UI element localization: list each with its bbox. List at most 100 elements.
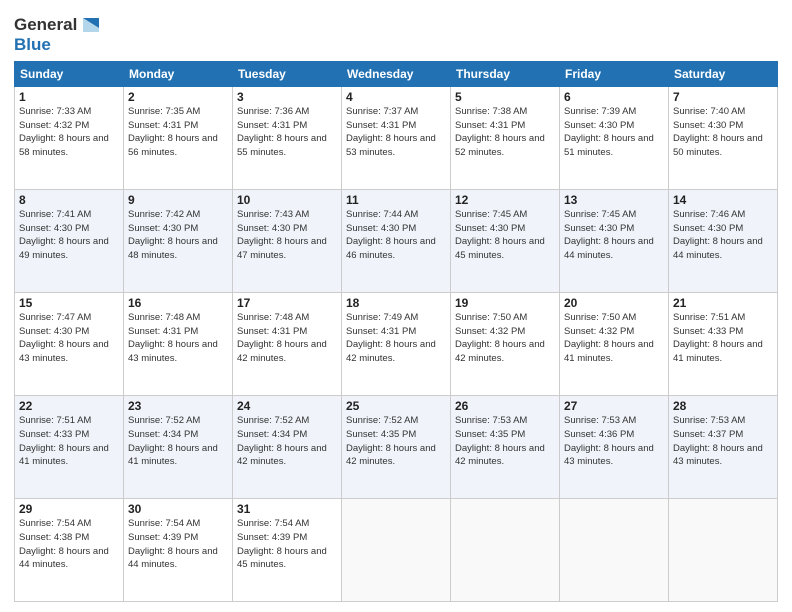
weekday-header-tuesday: Tuesday — [233, 61, 342, 86]
day-number: 29 — [19, 502, 119, 516]
week-row-5: 29 Sunrise: 7:54 AMSunset: 4:38 PMDaylig… — [15, 498, 778, 601]
day-number: 5 — [455, 90, 555, 104]
day-number: 30 — [128, 502, 228, 516]
day-number: 28 — [673, 399, 773, 413]
calendar-cell: 24 Sunrise: 7:52 AMSunset: 4:34 PMDaylig… — [233, 395, 342, 498]
day-info: Sunrise: 7:52 AMSunset: 4:34 PMDaylight:… — [237, 415, 327, 467]
day-info: Sunrise: 7:54 AMSunset: 4:39 PMDaylight:… — [237, 518, 327, 570]
day-info: Sunrise: 7:53 AMSunset: 4:36 PMDaylight:… — [564, 415, 654, 467]
day-number: 22 — [19, 399, 119, 413]
day-number: 23 — [128, 399, 228, 413]
day-info: Sunrise: 7:37 AMSunset: 4:31 PMDaylight:… — [346, 106, 436, 158]
day-info: Sunrise: 7:40 AMSunset: 4:30 PMDaylight:… — [673, 106, 763, 158]
day-info: Sunrise: 7:36 AMSunset: 4:31 PMDaylight:… — [237, 106, 327, 158]
day-info: Sunrise: 7:47 AMSunset: 4:30 PMDaylight:… — [19, 312, 109, 364]
calendar-cell: 9 Sunrise: 7:42 AMSunset: 4:30 PMDayligh… — [124, 189, 233, 292]
day-info: Sunrise: 7:44 AMSunset: 4:30 PMDaylight:… — [346, 209, 436, 261]
day-info: Sunrise: 7:38 AMSunset: 4:31 PMDaylight:… — [455, 106, 545, 158]
day-number: 17 — [237, 296, 337, 310]
day-info: Sunrise: 7:54 AMSunset: 4:38 PMDaylight:… — [19, 518, 109, 570]
calendar-cell — [560, 498, 669, 601]
day-info: Sunrise: 7:46 AMSunset: 4:30 PMDaylight:… — [673, 209, 763, 261]
calendar-cell: 17 Sunrise: 7:48 AMSunset: 4:31 PMDaylig… — [233, 292, 342, 395]
calendar-cell: 20 Sunrise: 7:50 AMSunset: 4:32 PMDaylig… — [560, 292, 669, 395]
calendar-cell: 2 Sunrise: 7:35 AMSunset: 4:31 PMDayligh… — [124, 86, 233, 189]
calendar-cell: 31 Sunrise: 7:54 AMSunset: 4:39 PMDaylig… — [233, 498, 342, 601]
day-info: Sunrise: 7:39 AMSunset: 4:30 PMDaylight:… — [564, 106, 654, 158]
calendar-cell: 25 Sunrise: 7:52 AMSunset: 4:35 PMDaylig… — [342, 395, 451, 498]
day-info: Sunrise: 7:33 AMSunset: 4:32 PMDaylight:… — [19, 106, 109, 158]
day-info: Sunrise: 7:52 AMSunset: 4:34 PMDaylight:… — [128, 415, 218, 467]
day-info: Sunrise: 7:53 AMSunset: 4:37 PMDaylight:… — [673, 415, 763, 467]
header: General Blue — [14, 10, 778, 55]
day-info: Sunrise: 7:43 AMSunset: 4:30 PMDaylight:… — [237, 209, 327, 261]
day-number: 16 — [128, 296, 228, 310]
calendar-cell: 18 Sunrise: 7:49 AMSunset: 4:31 PMDaylig… — [342, 292, 451, 395]
calendar-cell: 4 Sunrise: 7:37 AMSunset: 4:31 PMDayligh… — [342, 86, 451, 189]
day-number: 10 — [237, 193, 337, 207]
day-info: Sunrise: 7:41 AMSunset: 4:30 PMDaylight:… — [19, 209, 109, 261]
calendar-cell: 28 Sunrise: 7:53 AMSunset: 4:37 PMDaylig… — [669, 395, 778, 498]
calendar-cell: 15 Sunrise: 7:47 AMSunset: 4:30 PMDaylig… — [15, 292, 124, 395]
calendar-cell: 12 Sunrise: 7:45 AMSunset: 4:30 PMDaylig… — [451, 189, 560, 292]
calendar-cell: 7 Sunrise: 7:40 AMSunset: 4:30 PMDayligh… — [669, 86, 778, 189]
day-number: 2 — [128, 90, 228, 104]
logo-text-blue: Blue — [14, 35, 51, 54]
calendar-cell — [342, 498, 451, 601]
weekday-header-wednesday: Wednesday — [342, 61, 451, 86]
day-number: 12 — [455, 193, 555, 207]
day-number: 11 — [346, 193, 446, 207]
week-row-1: 1 Sunrise: 7:33 AMSunset: 4:32 PMDayligh… — [15, 86, 778, 189]
calendar-table: SundayMondayTuesdayWednesdayThursdayFrid… — [14, 61, 778, 602]
calendar-cell: 27 Sunrise: 7:53 AMSunset: 4:36 PMDaylig… — [560, 395, 669, 498]
page: General Blue SundayMondayTuesdayWednesda… — [0, 0, 792, 612]
calendar-cell: 11 Sunrise: 7:44 AMSunset: 4:30 PMDaylig… — [342, 189, 451, 292]
day-info: Sunrise: 7:45 AMSunset: 4:30 PMDaylight:… — [455, 209, 545, 261]
calendar-cell: 13 Sunrise: 7:45 AMSunset: 4:30 PMDaylig… — [560, 189, 669, 292]
calendar-cell: 29 Sunrise: 7:54 AMSunset: 4:38 PMDaylig… — [15, 498, 124, 601]
calendar-cell: 22 Sunrise: 7:51 AMSunset: 4:33 PMDaylig… — [15, 395, 124, 498]
day-number: 26 — [455, 399, 555, 413]
day-info: Sunrise: 7:51 AMSunset: 4:33 PMDaylight:… — [19, 415, 109, 467]
weekday-header-friday: Friday — [560, 61, 669, 86]
calendar-cell — [669, 498, 778, 601]
calendar-cell: 3 Sunrise: 7:36 AMSunset: 4:31 PMDayligh… — [233, 86, 342, 189]
day-number: 18 — [346, 296, 446, 310]
day-info: Sunrise: 7:35 AMSunset: 4:31 PMDaylight:… — [128, 106, 218, 158]
weekday-header-thursday: Thursday — [451, 61, 560, 86]
day-number: 25 — [346, 399, 446, 413]
day-number: 4 — [346, 90, 446, 104]
day-number: 15 — [19, 296, 119, 310]
calendar-cell: 16 Sunrise: 7:48 AMSunset: 4:31 PMDaylig… — [124, 292, 233, 395]
day-number: 8 — [19, 193, 119, 207]
day-number: 6 — [564, 90, 664, 104]
day-number: 9 — [128, 193, 228, 207]
day-number: 21 — [673, 296, 773, 310]
day-info: Sunrise: 7:53 AMSunset: 4:35 PMDaylight:… — [455, 415, 545, 467]
weekday-header-sunday: Sunday — [15, 61, 124, 86]
day-info: Sunrise: 7:45 AMSunset: 4:30 PMDaylight:… — [564, 209, 654, 261]
day-info: Sunrise: 7:48 AMSunset: 4:31 PMDaylight:… — [128, 312, 218, 364]
calendar-cell: 10 Sunrise: 7:43 AMSunset: 4:30 PMDaylig… — [233, 189, 342, 292]
calendar-cell: 8 Sunrise: 7:41 AMSunset: 4:30 PMDayligh… — [15, 189, 124, 292]
day-info: Sunrise: 7:42 AMSunset: 4:30 PMDaylight:… — [128, 209, 218, 261]
day-number: 7 — [673, 90, 773, 104]
week-row-4: 22 Sunrise: 7:51 AMSunset: 4:33 PMDaylig… — [15, 395, 778, 498]
week-row-3: 15 Sunrise: 7:47 AMSunset: 4:30 PMDaylig… — [15, 292, 778, 395]
day-number: 19 — [455, 296, 555, 310]
logo-text-general: General — [14, 16, 77, 35]
weekday-header-monday: Monday — [124, 61, 233, 86]
day-number: 20 — [564, 296, 664, 310]
logo-icon — [79, 14, 101, 36]
day-number: 31 — [237, 502, 337, 516]
calendar-cell: 21 Sunrise: 7:51 AMSunset: 4:33 PMDaylig… — [669, 292, 778, 395]
calendar-cell: 14 Sunrise: 7:46 AMSunset: 4:30 PMDaylig… — [669, 189, 778, 292]
calendar-cell: 26 Sunrise: 7:53 AMSunset: 4:35 PMDaylig… — [451, 395, 560, 498]
calendar-cell: 30 Sunrise: 7:54 AMSunset: 4:39 PMDaylig… — [124, 498, 233, 601]
day-number: 27 — [564, 399, 664, 413]
calendar-cell: 1 Sunrise: 7:33 AMSunset: 4:32 PMDayligh… — [15, 86, 124, 189]
day-info: Sunrise: 7:54 AMSunset: 4:39 PMDaylight:… — [128, 518, 218, 570]
day-info: Sunrise: 7:51 AMSunset: 4:33 PMDaylight:… — [673, 312, 763, 364]
logo: General Blue — [14, 14, 101, 55]
weekday-header-row: SundayMondayTuesdayWednesdayThursdayFrid… — [15, 61, 778, 86]
